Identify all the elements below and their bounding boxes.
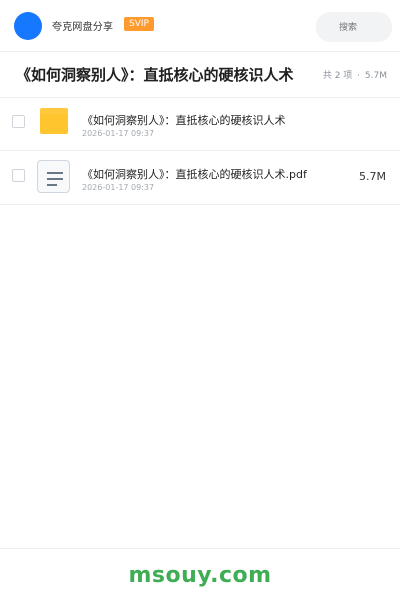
file-date: 2026-01-17 09:37	[82, 183, 155, 192]
brand-name: 夸克网盘分享	[52, 22, 114, 33]
share-summary: 共 2 项 · 5.7M	[323, 68, 387, 81]
file-row[interactable]: 《如何洞察别人》：直抵核心的硬核识人术 2026-01-17 09:37	[0, 97, 400, 151]
summary-separator: ·	[357, 71, 361, 81]
file-name[interactable]: 《如何洞察别人》：直抵核心的硬核识人术	[82, 112, 286, 128]
top-bar: 夸克网盘分享 SVIP	[0, 0, 400, 52]
item-count: 共 2 项	[322, 71, 353, 81]
file-size: 5.7M	[359, 170, 386, 183]
file-row[interactable]: 《如何洞察别人》：直抵核心的硬核识人术.pdf 2026-01-17 09:37…	[0, 151, 400, 205]
page-title: 《如何洞察别人》：直抵核心的硬核识人术	[16, 66, 294, 84]
file-name[interactable]: 《如何洞察别人》：直抵核心的硬核识人术.pdf	[82, 166, 307, 182]
total-size: 5.7M	[364, 71, 387, 81]
search-input[interactable]	[316, 12, 392, 42]
document-icon	[37, 160, 70, 193]
svip-badge: SVIP	[124, 17, 154, 31]
select-checkbox[interactable]	[12, 169, 25, 182]
avatar[interactable]	[14, 12, 42, 40]
footer: msouy.com	[0, 548, 400, 600]
site-watermark: msouy.com	[128, 563, 272, 588]
share-title-row: 《如何洞察别人》：直抵核心的硬核识人术 共 2 项 · 5.7M	[0, 52, 400, 98]
select-checkbox[interactable]	[12, 115, 25, 128]
folder-icon	[40, 108, 68, 134]
file-date: 2026-01-17 09:37	[82, 129, 155, 138]
